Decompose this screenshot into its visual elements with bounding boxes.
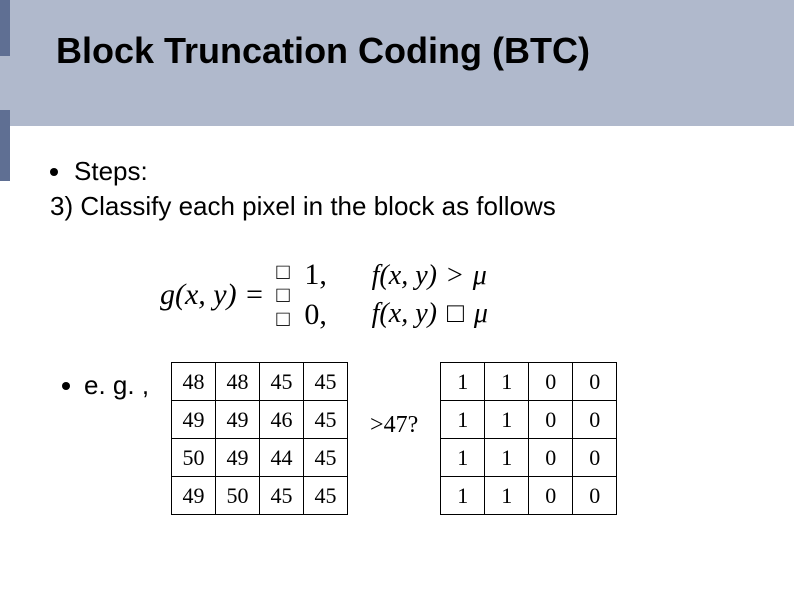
grid-cell: 0 <box>529 439 573 477</box>
grid-cell: 1 <box>485 477 529 515</box>
grid-cell: 0 <box>573 477 617 515</box>
box-glyph: □ <box>276 260 289 283</box>
grid-cell: 44 <box>260 439 304 477</box>
grid-cell: 45 <box>304 477 348 515</box>
grid-cell: 0 <box>529 363 573 401</box>
grid-cell: 50 <box>216 477 260 515</box>
box-glyph: □ <box>276 307 289 330</box>
grid-cell: 48 <box>216 363 260 401</box>
side-accent-bars <box>0 0 18 595</box>
cond1-lhs: f(x, y) <box>372 260 437 292</box>
condition-row-1: f(x, y) > μ <box>372 260 488 292</box>
box-glyph: □ <box>276 283 289 306</box>
grid-cell: 49 <box>216 439 260 477</box>
header-band: Block Truncation Coding (BTC) <box>0 0 794 126</box>
page-title: Block Truncation Coding (BTC) <box>56 30 794 72</box>
grid-cell: 45 <box>304 439 348 477</box>
grid-cell: 45 <box>304 401 348 439</box>
bullet-steps: Steps: <box>50 156 754 187</box>
grid-cell: 1 <box>441 439 485 477</box>
grid-cell: 46 <box>260 401 304 439</box>
example-label-wrap: e. g. , <box>62 370 149 401</box>
grid-cell: 1 <box>485 439 529 477</box>
bullet-icon <box>62 382 70 390</box>
example-label: e. g. , <box>84 370 149 401</box>
condition-row-0: f(x, y) □ μ <box>372 298 488 330</box>
accent-bar <box>0 0 10 56</box>
bullet-label: Steps: <box>74 156 148 187</box>
cond0-rhs: μ <box>474 298 488 330</box>
formula: g(x, y) = □ □ □ 1, 0, f(x, y) > μ f(x, y… <box>160 258 754 332</box>
grid-cell: 49 <box>216 401 260 439</box>
grid-cell: 49 <box>172 477 216 515</box>
grid-cell: 49 <box>172 401 216 439</box>
arrow-column: >47? <box>370 412 418 439</box>
formula-lhs: g(x, y) = <box>160 278 264 312</box>
grid-cell: 1 <box>485 401 529 439</box>
cond1-op: > <box>447 260 463 292</box>
grid-cell: 0 <box>573 363 617 401</box>
condition-column: f(x, y) > μ f(x, y) □ μ <box>372 260 488 330</box>
grid-cell: 0 <box>529 477 573 515</box>
value-column: 1, 0, <box>302 258 330 332</box>
arrow-label: >47? <box>370 412 418 439</box>
cond0-lhs: f(x, y) <box>372 298 437 330</box>
grid-cell: 0 <box>573 439 617 477</box>
grid-cell: 1 <box>441 477 485 515</box>
left-grid-table: 48484545494946455049444549504545 <box>171 362 348 515</box>
grid-cell: 50 <box>172 439 216 477</box>
accent-bar <box>0 110 10 181</box>
grid-cell: 45 <box>260 363 304 401</box>
grid-cell: 48 <box>172 363 216 401</box>
grid-cell: 1 <box>485 363 529 401</box>
grid-cell: 0 <box>529 401 573 439</box>
example-row: e. g. , 48484545494946455049444549504545… <box>50 362 754 515</box>
case-value-0: 0, <box>302 298 330 332</box>
bullet-icon <box>50 168 58 176</box>
step-text: 3) Classify each pixel in the block as f… <box>50 191 754 222</box>
grid-cell: 1 <box>441 401 485 439</box>
cond1-rhs: μ <box>473 260 487 292</box>
right-grid-table: 1100110011001100 <box>440 362 617 515</box>
grid-cell: 45 <box>260 477 304 515</box>
brace-column: □ □ □ <box>276 260 289 329</box>
content-area: Steps: 3) Classify each pixel in the blo… <box>0 126 794 515</box>
grid-cell: 45 <box>304 363 348 401</box>
case-value-1: 1, <box>302 258 330 292</box>
grid-cell: 1 <box>441 363 485 401</box>
grid-cell: 0 <box>573 401 617 439</box>
cond0-op: □ <box>447 298 464 330</box>
